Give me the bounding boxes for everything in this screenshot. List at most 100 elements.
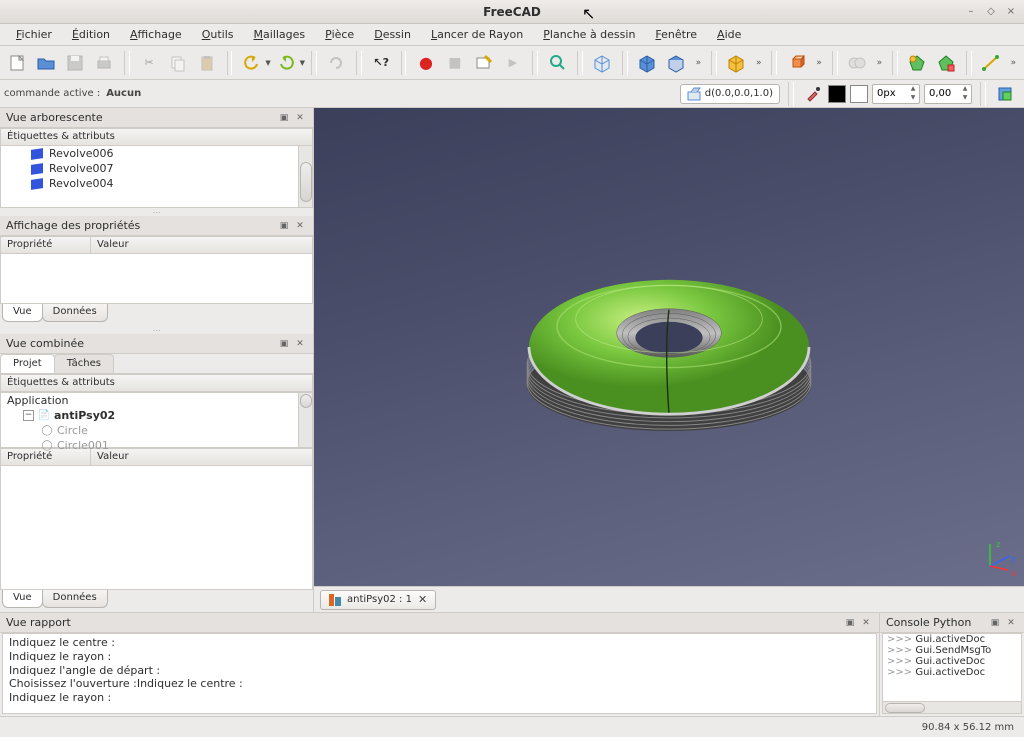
circle-icon: ◯ <box>41 425 53 437</box>
toolbar-overflow-1[interactable]: » <box>692 58 706 68</box>
report-close[interactable]: ✕ <box>859 616 873 630</box>
toolbar-overflow-5[interactable]: » <box>1007 58 1021 68</box>
redo-dropdown[interactable]: ▼ <box>300 59 305 67</box>
mesh-button[interactable] <box>904 49 931 77</box>
macro-edit-button[interactable] <box>470 49 497 77</box>
tab-tasks[interactable]: Tâches <box>54 354 114 373</box>
menu-edit[interactable]: Édition <box>64 26 118 43</box>
tab-project[interactable]: Projet <box>0 354 55 373</box>
macro-stop-button[interactable]: ■ <box>441 49 468 77</box>
combo-column-header[interactable]: Étiquettes & attributs <box>0 374 313 392</box>
feature-icon <box>31 178 43 190</box>
document-tabs: antiPsy02 : 1 ✕ <box>314 586 1024 612</box>
combo-property-tabs: Vue Données <box>0 590 313 612</box>
whats-this-button[interactable]: ↖? <box>368 49 395 77</box>
view-front-button[interactable] <box>634 49 661 77</box>
axis-gizmo: zyx <box>978 540 1016 578</box>
prop-panel-close[interactable]: ✕ <box>293 219 307 233</box>
minimize-button[interactable]: – <box>964 5 978 19</box>
part-box-button[interactable] <box>723 49 750 77</box>
menu-tools[interactable]: Outils <box>194 26 242 43</box>
toolbar-overflow-4[interactable]: » <box>873 58 887 68</box>
working-plane-button[interactable]: d(0.0,0.0,1.0) <box>680 84 780 104</box>
console-float[interactable]: ▣ <box>988 616 1002 630</box>
combo-property-body <box>0 466 313 590</box>
tree-item: Revolve006 <box>1 146 312 161</box>
view-top-button[interactable] <box>663 49 690 77</box>
menu-drawing[interactable]: Planche à dessin <box>535 26 643 43</box>
toolbar-overflow-3[interactable]: » <box>812 58 826 68</box>
undo-dropdown[interactable]: ▼ <box>265 59 270 67</box>
menu-view[interactable]: Affichage <box>122 26 190 43</box>
macro-record-button[interactable]: ● <box>412 49 439 77</box>
line-width-input[interactable]: ▲▼ <box>872 84 920 104</box>
menu-window[interactable]: Fenêtre <box>647 26 705 43</box>
menu-ray[interactable]: Lancer de Rayon <box>423 26 531 43</box>
tree-column-header[interactable]: Étiquettes & attributs <box>0 128 313 146</box>
document-tab[interactable]: antiPsy02 : 1 ✕ <box>320 590 436 610</box>
color-picker-button[interactable] <box>802 83 824 105</box>
face-color-swatch[interactable] <box>850 85 868 103</box>
menu-meshes[interactable]: Maillages <box>246 26 314 43</box>
combo-panel-close[interactable]: ✕ <box>293 337 307 351</box>
app-title: FreeCAD <box>483 5 541 19</box>
tab-close-icon[interactable]: ✕ <box>418 593 427 606</box>
tree-item: Revolve007 <box>1 161 312 176</box>
new-button[interactable] <box>4 49 31 77</box>
boolean-button[interactable] <box>844 49 871 77</box>
combo-tabs: Projet Tâches <box>0 354 313 374</box>
active-command-label: commande active : <box>4 88 100 99</box>
combo-tree[interactable]: Application −📄antiPsy02 ◯Circle ◯Circle0… <box>0 392 313 448</box>
report-float[interactable]: ▣ <box>843 616 857 630</box>
tab-data[interactable]: Données <box>42 304 108 322</box>
tab-view[interactable]: Vue <box>2 304 43 322</box>
macro-play-button[interactable]: ▶ <box>499 49 526 77</box>
tree-panel-close[interactable]: ✕ <box>293 111 307 125</box>
save-button[interactable] <box>62 49 89 77</box>
close-button[interactable]: × <box>1004 5 1018 19</box>
mesh-color-button[interactable] <box>933 49 960 77</box>
print-button[interactable] <box>91 49 118 77</box>
python-console[interactable]: >>> Gui.activeDoc >>> Gui.SendMsgTo >>> … <box>882 633 1022 714</box>
draft-line-button[interactable] <box>978 49 1005 77</box>
tab-data-2[interactable]: Données <box>42 590 108 608</box>
status-dimensions: 90.84 x 56.12 mm <box>922 722 1014 733</box>
combo-panel-float[interactable]: ▣ <box>277 337 291 351</box>
undo-button[interactable] <box>238 49 265 77</box>
menu-part[interactable]: Pièce <box>317 26 362 43</box>
prop-panel-float[interactable]: ▣ <box>277 219 291 233</box>
titlebar: FreeCAD – ◇ × <box>0 0 1024 24</box>
paste-button[interactable] <box>194 49 221 77</box>
tree-panel-float[interactable]: ▣ <box>277 111 291 125</box>
menubar: Fichier Édition Affichage Outils Maillag… <box>0 24 1024 46</box>
refresh-button[interactable] <box>323 49 350 77</box>
left-panel-column: Vue arborescente ▣✕ Étiquettes & attribu… <box>0 108 314 612</box>
statusbar: 90.84 x 56.12 mm <box>0 716 1024 737</box>
apply-style-button[interactable] <box>994 83 1016 105</box>
copy-button[interactable] <box>165 49 192 77</box>
expander-icon[interactable]: − <box>23 410 34 421</box>
line-color-swatch[interactable] <box>828 85 846 103</box>
open-button[interactable] <box>33 49 60 77</box>
3d-viewport[interactable]: zyx <box>314 108 1024 586</box>
menu-draft[interactable]: Dessin <box>366 26 419 43</box>
tree-item: Revolve004 <box>1 176 312 191</box>
toolbar-overflow-2[interactable]: » <box>752 58 766 68</box>
tab-view-2[interactable]: Vue <box>2 590 43 608</box>
freecad-icon <box>329 594 341 606</box>
console-close[interactable]: ✕ <box>1004 616 1018 630</box>
menu-help[interactable]: Aide <box>709 26 749 43</box>
tree-view[interactable]: Revolve006 Revolve007 Revolve004 <box>0 146 313 208</box>
report-view[interactable]: Indiquez le centre : Indiquez le rayon :… <box>2 633 877 714</box>
menu-file[interactable]: Fichier <box>8 26 60 43</box>
font-size-input[interactable]: ▲▼ <box>924 84 972 104</box>
redo-button[interactable] <box>273 49 300 77</box>
part-extrude-button[interactable] <box>783 49 810 77</box>
torus-model <box>479 207 859 487</box>
maximize-button[interactable]: ◇ <box>984 5 998 19</box>
console-panel-header: Console Python ▣✕ <box>880 613 1024 633</box>
property-panel-header: Affichage des propriétés ▣✕ <box>0 216 313 236</box>
cut-button[interactable]: ✂ <box>136 49 163 77</box>
axonometric-button[interactable] <box>589 49 616 77</box>
fit-all-button[interactable] <box>544 49 571 77</box>
